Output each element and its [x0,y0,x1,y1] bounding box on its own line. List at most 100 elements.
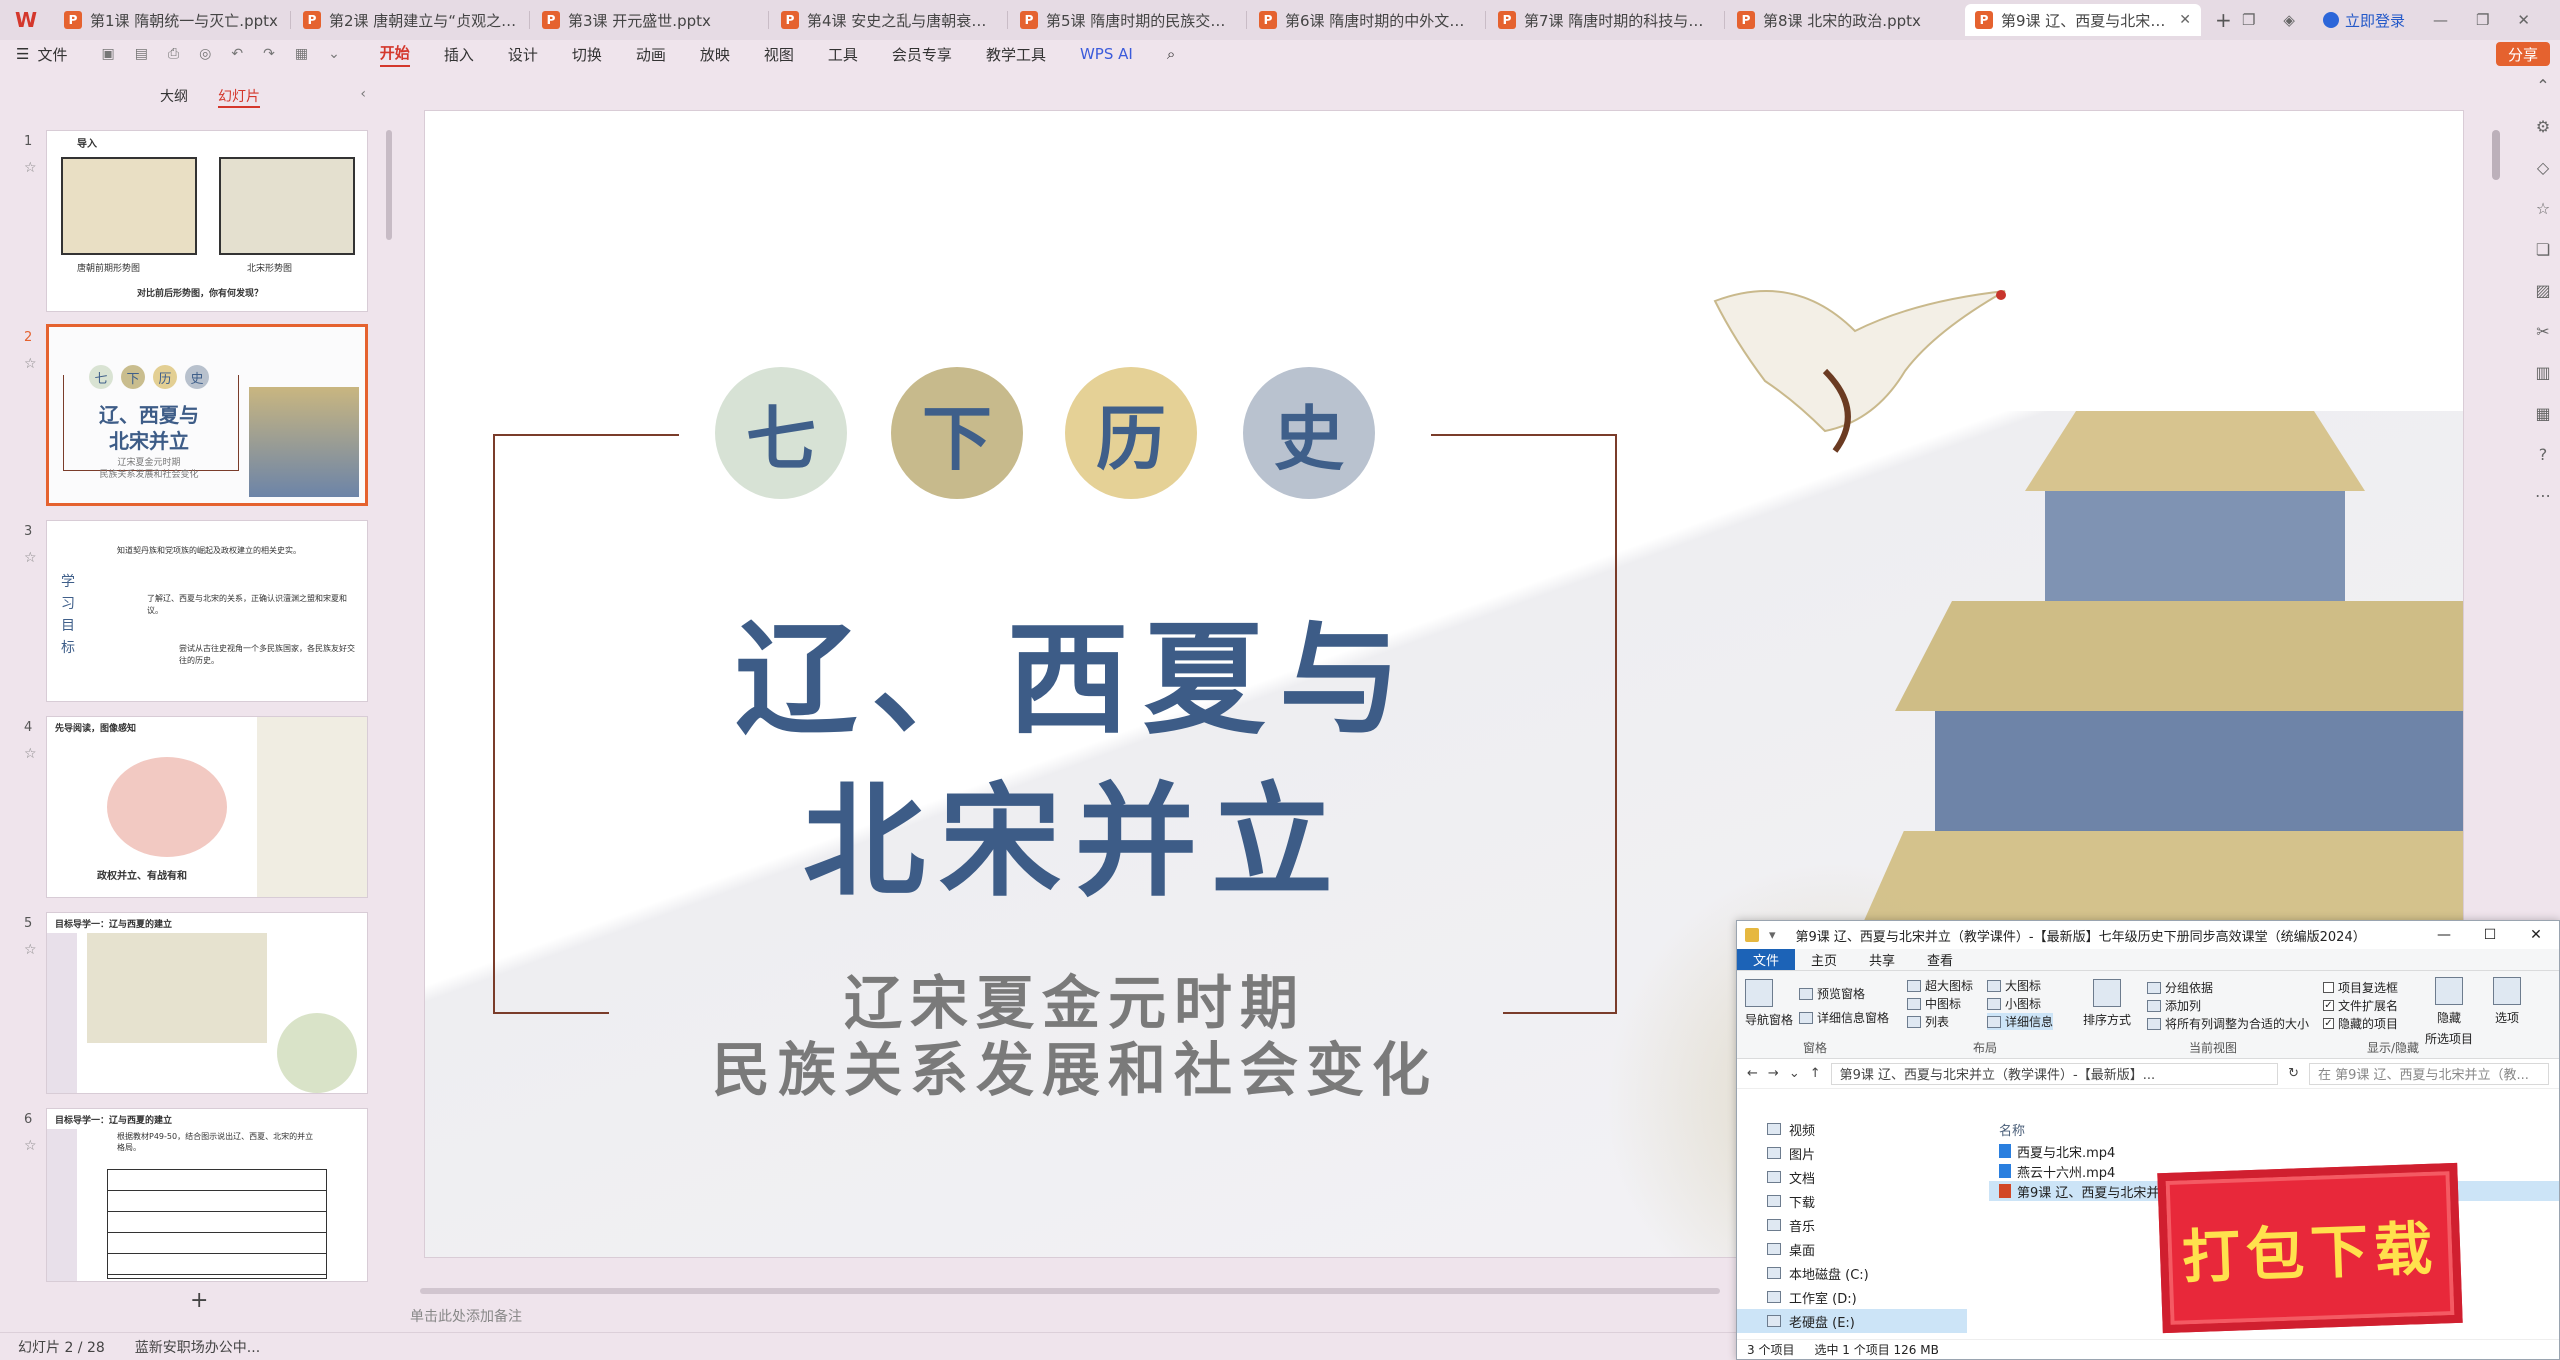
fit-columns-button[interactable]: 将所有列调整为合适的大小 [2147,1015,2309,1032]
star-icon[interactable]: ☆ [24,356,37,372]
nav-item-drive-d[interactable]: 工作室 (D:) [1737,1285,1967,1309]
grid-icon[interactable]: ▦ [2535,404,2550,423]
more-icon[interactable]: ⌄ [328,46,340,62]
slide-thumbnail-5[interactable]: 目标导学一：辽与西夏的建立 [46,912,368,1094]
tab-doc-8[interactable]: P 第8课 北宋的政治.pptx [1727,4,1963,36]
export-pdf-icon[interactable]: ▤ [135,46,148,62]
slide-thumbnail-4[interactable]: 先导阅读，图像感知 政权并立、有战有和 [46,716,368,898]
ribbon-tab-wps-ai[interactable]: WPS AI [1080,45,1133,63]
star-icon[interactable]: ☆ [24,942,37,958]
address-bar[interactable]: 第9课 辽、西夏与北宋并立（教学课件）-【最新版】... [1830,1062,2279,1085]
tab-doc-6[interactable]: P第6课 隋唐时期的中外文化交流.pptx [1249,4,1485,36]
star-icon[interactable]: ☆ [2536,199,2550,218]
add-column-button[interactable]: 添加列 [2147,997,2201,1014]
nav-item-music[interactable]: 音乐 [1737,1213,1967,1237]
nav-item-pictures[interactable]: 图片 [1737,1141,1967,1165]
search-input[interactable]: 在 第9课 辽、西夏与北宋并立（教... [2309,1062,2549,1085]
nav-item-drive-c[interactable]: 本地磁盘 (C:) [1737,1261,1967,1285]
column-header-name[interactable]: 名称 [1989,1117,2559,1141]
file-ext-toggle[interactable]: ✓ 文件扩展名 [2323,997,2398,1014]
star-icon[interactable]: ☆ [24,1138,37,1154]
nav-item-videos[interactable]: 视频 [1737,1117,1967,1141]
file-menu[interactable]: 文件 [37,44,67,65]
menu-icon[interactable]: ☰ [16,45,29,63]
ribbon-tab-teaching[interactable]: 教学工具 [986,44,1046,65]
maximize-icon[interactable]: ☐ [2467,921,2513,949]
format-painter-icon[interactable]: ▦ [295,46,308,62]
star-icon[interactable]: ☆ [24,550,37,566]
window-mode-icon[interactable]: ❐ [2242,11,2255,29]
medium-icons-option[interactable]: 中图标 [1907,995,1961,1012]
canvas-hscrollbar[interactable] [420,1288,1720,1294]
add-slide-button[interactable]: + [190,1288,208,1313]
ex-tab-view[interactable]: 查看 [1911,949,1969,970]
minimize-icon[interactable]: — [2421,921,2467,949]
settings-icon[interactable]: ⚙ [2536,117,2550,136]
nav-item-downloads[interactable]: 下载 [1737,1189,1967,1213]
group-by-button[interactable]: 分组依据 [2147,979,2213,996]
new-tab-icon[interactable]: + [2215,8,2232,32]
print-icon[interactable]: ⎙ [168,46,179,62]
ribbon-tab-insert[interactable]: 插入 [444,44,474,65]
preview-icon[interactable]: ◎ [199,46,211,62]
list-option[interactable]: 列表 [1907,1013,1949,1030]
collapse-panel-icon[interactable]: ‹ [360,86,366,102]
collapse-icon[interactable]: ⌃ [2536,76,2549,95]
minimize-icon[interactable]: — [2433,11,2448,29]
file-item[interactable]: 西夏与北宋.mp4 [1989,1141,2559,1161]
share-button[interactable]: 分享 [2495,42,2550,66]
options-button[interactable]: 选项 [2493,977,2521,1026]
hide-selected-button[interactable]: 隐藏 所选项目 [2425,977,2473,1047]
tools-icon[interactable]: ✂ [2536,322,2549,341]
tab-doc-9-active[interactable]: P第9课 辽、西夏与北宋并立.pptx✕ [1965,4,2201,36]
tab-doc-5[interactable]: P第5课 隋唐时期的民族交往与交融.pptx [1010,4,1246,36]
details-pane-button[interactable]: 详细信息窗格 [1799,1009,1889,1026]
ribbon-tab-transition[interactable]: 切换 [572,44,602,65]
star-icon[interactable]: ☆ [24,746,37,762]
redo-icon[interactable]: ↷ [263,46,275,62]
ribbon-tab-home[interactable]: 开始 [379,42,410,67]
xl-icons-option[interactable]: 超大图标 [1907,977,1973,994]
nav-item-desktop[interactable]: 桌面 [1737,1237,1967,1261]
office-status[interactable]: 蓝新安职场办公中... [135,1337,260,1357]
item-checkbox-toggle[interactable]: 项目复选框 [2323,979,2398,996]
nav-item-documents[interactable]: 文档 [1737,1165,1967,1189]
image-icon[interactable]: ▨ [2535,281,2550,300]
back-icon[interactable]: ← [1747,1066,1758,1081]
save-icon[interactable]: ▣ [101,46,114,62]
copy-icon[interactable]: ❏ [2536,240,2550,259]
quick-access-icon[interactable]: ▾ [1769,928,1776,943]
up-icon[interactable]: ↑ [1810,1066,1821,1081]
preview-pane-button[interactable]: 预览窗格 [1799,985,1865,1002]
canvas-scrollbar[interactable] [2492,130,2500,180]
login-button[interactable]: 立即登录 [2322,10,2405,31]
close-tab-icon[interactable]: ✕ [2179,12,2191,28]
recent-icon[interactable]: ⌄ [1789,1066,1800,1081]
ribbon-tab-slideshow[interactable]: 放映 [700,44,730,65]
tab-doc-3[interactable]: P 第3课 开元盛世.pptx [532,4,768,36]
nav-pane-button[interactable]: 导航窗格 [1745,979,1793,1028]
sort-by-button[interactable]: 排序方式 [2083,979,2131,1028]
maximize-icon[interactable]: ❐ [2476,11,2489,29]
shape-icon[interactable]: ◇ [2537,158,2549,177]
slide-thumbnail-3[interactable]: 学习目标 知道契丹族和党项族的崛起及政权建立的相关史实。 了解辽、西夏与北宋的关… [46,520,368,702]
tab-doc-4[interactable]: P第4课 安史之乱与唐朝衰亡.pptx [771,4,1007,36]
details-option[interactable]: 详细信息 [1987,1013,2054,1030]
slide-thumbnail-6[interactable]: 目标导学一：辽与西夏的建立 根据教材P49-50，结合图示说出辽、西夏、北宋的并… [46,1108,368,1282]
outline-tab[interactable]: 大纲 [160,86,188,108]
undo-icon[interactable]: ↶ [231,46,243,62]
layout-icon[interactable]: ▥ [2535,363,2550,382]
tab-doc-2[interactable]: P第2课 唐朝建立与“贞观之治”.pptx [293,4,529,36]
more-icon[interactable]: ⋯ [2535,486,2551,505]
hidden-items-toggle[interactable]: ✓ 隐藏的项目 [2323,1015,2398,1032]
refresh-icon[interactable]: ↻ [2288,1066,2299,1081]
nav-item-drive-e[interactable]: 老硬盘 (E:) [1737,1309,1967,1333]
ex-tab-share[interactable]: 共享 [1853,949,1911,970]
slide-thumbnail-2[interactable]: 七 下 历 史 辽、西夏与 北宋并立 辽宋夏金元时期 民族关系发展和社会变化 [46,324,368,506]
tab-doc-1[interactable]: P 第1课 隋朝统一与灭亡.pptx [54,4,290,36]
download-package-badge[interactable]: 打包下载 [2157,1162,2463,1334]
search-icon[interactable]: ⌕ [1167,45,1175,63]
tab-doc-7[interactable]: P第7课 隋唐时期的科技与文化.pptx [1488,4,1724,36]
ribbon-tab-tools[interactable]: 工具 [828,44,858,65]
cube-icon[interactable]: ◈ [2283,11,2295,29]
